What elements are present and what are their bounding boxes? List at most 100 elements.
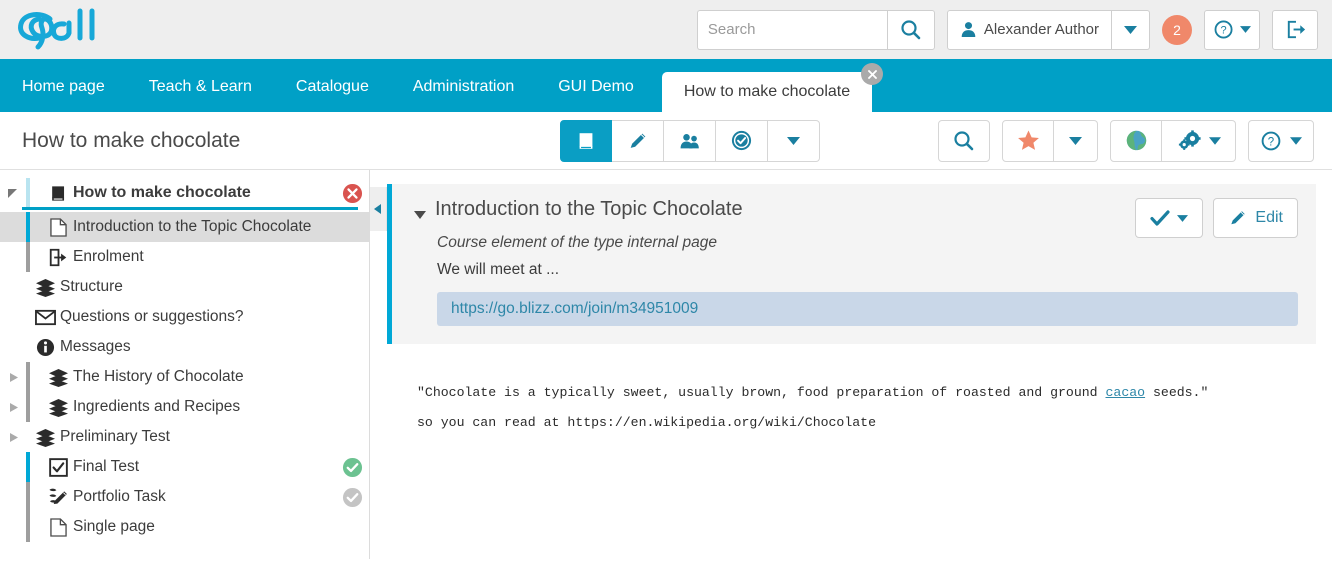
help-button[interactable]: ? [1248,119,1314,162]
tree-item-preliminary-test[interactable]: Preliminary Test [0,422,369,452]
tree-item-label: Preliminary Test [60,428,170,445]
search-button[interactable] [886,9,935,50]
user-menu-caret[interactable] [1112,9,1150,50]
tree-root-underline [22,207,358,210]
main-navigation: Home page Teach & Learn Catalogue Admini… [0,62,1332,112]
status-dropdown-button[interactable] [1135,198,1204,238]
collapse-arrow-icon[interactable] [0,372,26,383]
notification-count: 2 [1173,21,1181,38]
nav-item-catalogue[interactable]: Catalogue [274,62,391,112]
body-line-1: "Chocolate is a typically sweet, usually… [417,378,1332,408]
page-icon [43,217,73,237]
course-element-text: We will meet at ... [437,261,560,278]
course-search-button[interactable] [938,119,990,162]
layers-icon [43,398,73,417]
nav-item-gui-demo[interactable]: GUI Demo [536,62,656,112]
tree-item-messages[interactable]: Messages [0,332,369,362]
check-icon [1150,210,1171,226]
close-icon[interactable] [861,63,884,85]
remove-icon[interactable] [335,183,369,204]
notification-badge[interactable]: 2 [1162,14,1192,45]
page-title: How to make chocolate [22,128,241,152]
logout-button[interactable] [1272,9,1318,50]
svg-text:?: ? [1268,136,1274,148]
segment-more-dropdown[interactable] [768,119,820,162]
active-tab-how-to-make-chocolate[interactable]: How to make chocolate [661,63,884,112]
layers-icon [43,368,73,387]
course-element-title: Introduction to the Topic Chocolate [435,198,743,220]
tree-item-label: Enrolment [73,248,144,265]
tree-item-ingredients-and-recipes[interactable]: Ingredients and Recipes [0,392,369,422]
search-group [696,9,935,50]
sidebar-collapse-handle[interactable] [370,187,387,231]
user-group: Alexander Author [946,9,1150,50]
course-element-actions: Edit [1135,198,1298,238]
members-icon [680,133,699,148]
layers-icon [30,278,60,297]
settings-button[interactable] [1162,119,1236,162]
body-line-2: so you can read at https://en.wikipedia.… [417,415,876,430]
tree-item-label: Introduction to the Topic Chocolate [73,218,312,235]
info-icon [30,338,60,357]
tree-item-the-history-of-chocolate[interactable]: The History of Chocolate [0,362,369,392]
segment-book-view[interactable] [560,119,612,162]
cacao-link[interactable]: cacao [1106,385,1146,400]
publish-button[interactable] [1110,119,1162,162]
chevron-down-icon [1069,136,1082,145]
meeting-link-box: https://go.blizz.com/join/m34951009 [437,292,1298,326]
course-tree-sidebar: How to make chocolate Introduction to th… [0,170,370,559]
collapse-arrow-icon[interactable] [0,402,26,413]
content-inner: Edit Introduction to the Topic Chocolate… [387,170,1332,559]
bookmark-dropdown[interactable] [1054,119,1098,162]
search-icon [901,19,921,39]
chevron-down-icon [787,136,800,145]
course-toolbar: How to make chocolate ? [0,112,1332,170]
collapse-left-icon [374,204,381,214]
collapse-arrow-icon[interactable] [0,432,26,443]
question-circle-icon: ? [1214,20,1233,39]
chevron-down-icon [1290,136,1302,145]
user-name: Alexander Author [983,21,1099,38]
tree-item-portfolio-task[interactable]: Portfolio Task [0,482,369,512]
segment-members-view[interactable] [664,119,716,162]
segment-certificate-view[interactable] [716,119,768,162]
nav-item-administration[interactable]: Administration [391,62,536,112]
tree-item-single-page[interactable]: Single page [0,512,369,542]
edit-button-label: Edit [1255,209,1283,226]
tree-item-questions-or-suggestions[interactable]: Questions or suggestions? [0,302,369,332]
opal-logo[interactable] [12,7,108,53]
checkbox-icon [43,457,73,477]
tree-item-introduction-to-the-topic-chocolate[interactable]: Introduction to the Topic Chocolate [0,212,369,242]
expand-arrow-icon[interactable] [0,187,26,199]
gears-icon [1178,129,1201,150]
person-icon [961,22,976,37]
nav-item-teach-learn[interactable]: Teach & Learn [127,62,274,112]
pencil-icon [630,133,645,148]
bookmark-button[interactable] [1002,119,1054,162]
caret-down-icon[interactable] [414,206,426,224]
tree-item-final-test[interactable]: Final Test [0,452,369,482]
search-input[interactable] [696,9,887,50]
top-header: Alexander Author 2 ? [0,0,1332,62]
course-element-panel: Edit Introduction to the Topic Chocolate… [387,184,1316,344]
active-tab-label: How to make chocolate [683,83,851,100]
tree-item-structure[interactable]: Structure [0,272,369,302]
svg-text:?: ? [1220,25,1226,37]
user-menu-button[interactable]: Alexander Author [946,9,1112,50]
check-green-icon [335,457,369,478]
chevron-down-icon [1177,214,1189,222]
header-help-button[interactable]: ? [1204,9,1260,50]
chevron-down-icon [1124,25,1137,34]
certificate-icon [731,130,752,151]
nav-item-home-page[interactable]: Home page [0,62,127,112]
tree-item-label: Structure [60,278,123,295]
check-gray-icon [335,487,369,508]
tree-item-how-to-make-chocolate[interactable]: How to make chocolate [0,178,369,210]
segment-edit-view[interactable] [612,119,664,162]
chevron-down-icon [1240,26,1251,33]
edit-button[interactable]: Edit [1213,198,1298,238]
book-icon [579,132,593,149]
tree-item-enrolment[interactable]: Enrolment [0,242,369,272]
meeting-link[interactable]: https://go.blizz.com/join/m34951009 [451,300,698,317]
toolbar-right-actions: ? [938,119,1314,162]
